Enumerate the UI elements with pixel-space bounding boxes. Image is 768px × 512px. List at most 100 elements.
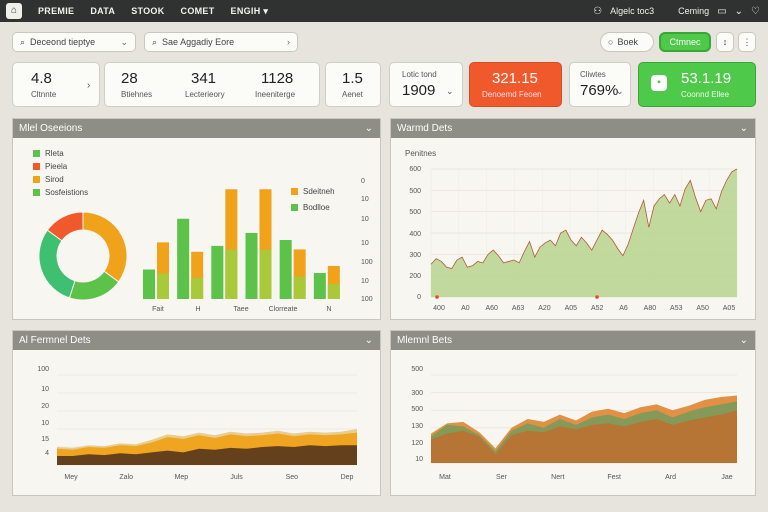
x-tick-label: Fest: [607, 474, 621, 481]
nav-item-comet[interactable]: COMET: [181, 6, 215, 16]
x-tick-label: Clorreate: [269, 306, 298, 313]
kpi-label: Cliwtes: [580, 70, 606, 79]
heart-icon[interactable]: ♡: [751, 6, 760, 17]
x-tick-label: Fait: [152, 306, 164, 313]
x-tick-label: Mep: [175, 474, 189, 481]
x-tick-label: A6: [619, 305, 628, 312]
kpi-value: 53.1.19: [681, 70, 732, 87]
kpi-card-8[interactable]: Cliwtes 769% ⌄: [569, 62, 631, 107]
formal-data-chart: 100 10 20 10 15 4 Mey Zalo Mep Juls Seo Dep: [37, 366, 357, 481]
x-tick-label: A50: [696, 305, 709, 312]
y-tick-label: 500: [411, 406, 423, 413]
x-tick-label: A60: [485, 305, 498, 312]
bar-series-1-gradient: [191, 277, 204, 299]
search-icon: ⌕: [20, 36, 26, 47]
mlemnl-data-chart: 500 300 500 130 120 10 Mat Ser Nert Fest Ard Jae: [411, 366, 737, 481]
x-tick-label: 400: [433, 305, 445, 312]
bar-series-1-gradient: [157, 273, 169, 299]
green-action-button[interactable]: Ctmnec: [659, 32, 711, 52]
kpi-value: 769%: [580, 82, 619, 99]
nav-item-stook[interactable]: STOOK: [131, 6, 164, 16]
x-tick-label: A20: [538, 305, 551, 312]
kpi-card-9[interactable]: ▪ 53.1.19 Coonnd Ellee: [638, 62, 756, 107]
x-tick-label: Taee: [233, 306, 248, 313]
top-right-controls: ⚇ Algelc toc3 Ceming ▭ ⌄ ♡: [593, 6, 760, 17]
chevron-down-icon[interactable]: ⌄: [735, 6, 743, 17]
more-button[interactable]: ⋮: [738, 32, 756, 52]
more-icon: ⋮: [742, 36, 752, 47]
x-tick-label: Ser: [496, 474, 508, 481]
bar-series-1-gradient: [327, 284, 340, 299]
y-tick-label: 4: [45, 450, 49, 457]
panel-formal-data: Al Fermnel Dets ⌄ 100 10 20 10 15 4 Mey Zalo Mep…: [12, 330, 381, 496]
data-point: [595, 295, 599, 299]
kpi-card-6[interactable]: Lotic tond 1909 ⌄: [389, 62, 463, 107]
kpi-label: Btiehnes: [121, 90, 153, 99]
x-tick-label: Zalo: [119, 474, 133, 481]
y-tick-label: 100: [37, 366, 49, 373]
y-tick-label: 100: [361, 259, 373, 266]
x-tick-label: Juls: [230, 474, 243, 481]
chevron-down-icon: ⌄: [120, 36, 128, 47]
x-tick-label: A63: [512, 305, 525, 312]
kpi-label: Lecterieory: [185, 90, 225, 99]
panel-sessions: Mlel Oseeions ⌄ Rleta Pieela Sirod Sosfeist…: [12, 118, 381, 320]
bar-series-2: [279, 240, 292, 299]
donut-slice: [38, 229, 76, 299]
y-tick-label: 20: [41, 403, 49, 410]
kpi-label: Lotic tond: [402, 70, 437, 79]
sessions-chart: 100101001010100Fait H Taee Clorreate N: [38, 178, 373, 313]
y-tick-label: 0: [417, 294, 421, 301]
kpi-card-group[interactable]: 28 Btiehnes 341 Lecterieory 1128 Ineenit…: [104, 62, 320, 107]
y-tick-label: 10: [361, 278, 369, 285]
upload-button[interactable]: ↕: [716, 32, 734, 52]
x-tick-label: A05: [723, 305, 736, 312]
kpi-label: Aenet: [342, 90, 363, 99]
chevron-right-icon: ›: [287, 37, 290, 47]
panel-warm-data: Warmd Dets ⌄ Penitnes 0 200 300 400 500 500 60…: [390, 118, 756, 320]
x-tick-label: A52: [591, 305, 604, 312]
refresh-icon: ○: [608, 37, 614, 47]
type-dropdown[interactable]: ⌕ Deceond tieptye ⌄: [12, 32, 136, 52]
home-icon[interactable]: ⌂: [6, 3, 22, 19]
document-icon[interactable]: ▭: [717, 6, 726, 17]
chevron-down-icon: ⌄: [446, 86, 454, 96]
y-tick-label: 500: [411, 366, 423, 373]
top-navigation-bar: ⌂ PREMIE DATA STOOK COMET ENGIH ▾ ⚇ Alge…: [0, 0, 768, 22]
chevron-right-icon: ›: [87, 80, 91, 91]
kpi-card-1[interactable]: 4.8 Cltnnte ›: [12, 62, 100, 107]
nav-item-data[interactable]: DATA: [90, 6, 115, 16]
kpi-value: 341: [191, 70, 217, 87]
account-label[interactable]: Algelc toc3: [610, 6, 654, 16]
bar-series-2: [177, 218, 190, 299]
x-tick-label: A80: [644, 305, 657, 312]
y-tick-label: 10: [361, 216, 369, 223]
kpi-card-5[interactable]: 1.5 Aenet: [325, 62, 381, 107]
account-link[interactable]: Ceming: [678, 6, 709, 16]
kpi-value: 321.15: [492, 70, 538, 87]
book-button[interactable]: ○ Boek: [600, 32, 654, 52]
y-tick-label: 130: [411, 423, 423, 430]
x-tick-label: A05: [565, 305, 578, 312]
panel-mlemnl-data: Mlemnl Bets ⌄ 500 300 500 130 120 10 Mat Ser Ner…: [390, 330, 756, 496]
x-tick-label: Mey: [64, 474, 78, 481]
bar-series-2: [211, 245, 224, 299]
kpi-value: 1128: [261, 70, 294, 87]
bar-series-1-gradient: [259, 249, 272, 299]
search-input[interactable]: ⌕ Sae Aggadiy Eore ›: [144, 32, 298, 52]
search-icon: ⌕: [152, 36, 158, 47]
y-tick-label: 300: [411, 390, 423, 397]
kpi-card-7[interactable]: 321.15 Denoemd Feoen: [469, 62, 562, 107]
green-action-button-label: Ctmnec: [669, 37, 701, 47]
x-tick-label: A0: [461, 305, 470, 312]
kpi-label: Denoemd Feoen: [482, 90, 542, 99]
y-tick-label: 600: [409, 166, 421, 173]
search-placeholder: Sae Aggadiy Eore: [162, 37, 235, 47]
user-icon[interactable]: ⚇: [593, 6, 602, 17]
data-point: [435, 295, 439, 299]
nav-item-engih[interactable]: ENGIH ▾: [231, 6, 269, 17]
kpi-label: Ineeniterge: [255, 90, 296, 99]
nav-item-premie[interactable]: PREMIE: [38, 6, 74, 16]
x-tick-label: Jae: [721, 474, 732, 481]
kpi-value: 1909: [402, 82, 436, 99]
